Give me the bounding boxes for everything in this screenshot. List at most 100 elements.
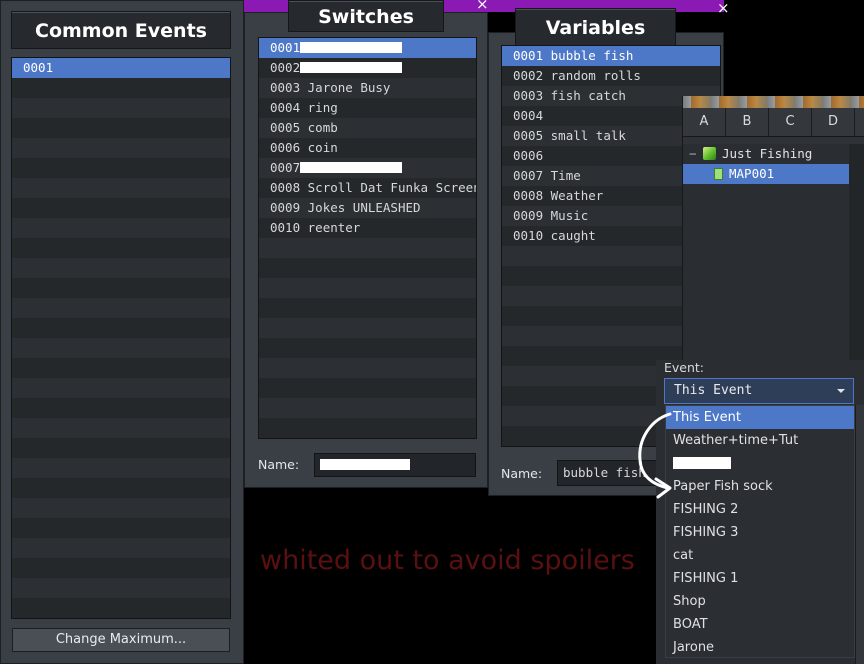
switches-name-field[interactable] — [314, 453, 476, 477]
switch-row-id: 0010 — [270, 220, 301, 235]
switch-row[interactable]: 0010 reenter — [259, 218, 476, 238]
event-option[interactable]: Weather+time+Tut — [666, 429, 854, 452]
switch-row-name: comb — [307, 120, 338, 135]
switch-row[interactable]: 0003 Jarone Busy — [259, 78, 476, 98]
event-option[interactable] — [666, 452, 854, 475]
variable-row-name: small talk — [550, 128, 626, 143]
variable-row-name: bubble fish — [550, 48, 634, 63]
tileset-tabs: A B C D — [683, 108, 864, 137]
event-option[interactable]: Jarone — [666, 636, 854, 657]
switch-row[interactable]: 0006 coin — [259, 138, 476, 158]
tab-c[interactable]: C — [769, 108, 812, 136]
variable-row-name: Music — [550, 208, 589, 223]
switch-row-id: 0006 — [270, 140, 301, 155]
annotation-arrow-icon — [638, 412, 672, 499]
switches-title: Switches — [288, 0, 444, 32]
switch-row[interactable]: 0007 — [259, 158, 476, 178]
event-option[interactable]: Paper Fish sock — [666, 475, 854, 498]
common-event-row[interactable]: 0001 — [12, 58, 230, 78]
event-option[interactable]: BOAT — [666, 613, 854, 636]
variables-title: Variables — [515, 8, 676, 46]
tab-d[interactable]: D — [812, 108, 855, 136]
switch-row-id: 0003 — [270, 80, 301, 95]
event-option[interactable]: FISHING 2 — [666, 498, 854, 521]
switch-row-name: Scroll Dat Funka Screen — [307, 180, 477, 195]
variable-row-name: caught — [550, 228, 596, 243]
variable-row-id: 0007 — [513, 168, 544, 183]
variable-row-name: Time — [550, 168, 581, 183]
switch-row-id: 0007 — [270, 160, 301, 175]
map-tree-scrollbar[interactable] — [849, 144, 864, 366]
variable-row-id: 0003 — [513, 88, 544, 103]
redacted-block — [300, 162, 403, 173]
event-select[interactable]: This Event — [664, 378, 854, 404]
switch-row-id: 0009 — [270, 200, 301, 215]
map-icon — [714, 168, 723, 180]
switch-row-name: Jarone Busy — [307, 80, 391, 95]
project-cube-icon — [703, 147, 716, 160]
tree-item-project[interactable]: − Just Fishing — [683, 144, 849, 164]
event-option[interactable]: This Event — [666, 406, 854, 429]
variable-row-id: 0009 — [513, 208, 544, 223]
redacted-block — [300, 62, 403, 73]
tileset-strip — [683, 96, 864, 108]
tab-a[interactable]: A — [683, 108, 726, 136]
variable-row-id: 0005 — [513, 128, 544, 143]
switch-row[interactable]: 0005 comb — [259, 118, 476, 138]
switch-row-name: coin — [307, 140, 338, 155]
variable-row-id: 0006 — [513, 148, 544, 163]
variable-row[interactable]: 0001 bubble fish — [502, 46, 720, 66]
switch-row-id: 0001 — [270, 40, 301, 55]
switch-row-id: 0005 — [270, 120, 301, 135]
variable-row-name: Weather — [550, 188, 604, 203]
common-events-title: Common Events — [11, 11, 231, 49]
variables-close-icon[interactable]: × — [717, 1, 730, 16]
switch-row-id: 0002 — [270, 60, 301, 75]
switches-list[interactable]: 0001 0002 0003 Jarone Busy 0004 ring 0005 co… — [258, 37, 477, 439]
variable-row-id: 0004 — [513, 108, 544, 123]
change-maximum-button[interactable]: Change Maximum... — [12, 628, 230, 652]
switch-row[interactable]: 0008 Scroll Dat Funka Screen — [259, 178, 476, 198]
event-dropdown-list[interactable]: This Event Weather+time+Tut Paper Fish soc… — [665, 405, 855, 658]
redacted-block — [300, 42, 403, 53]
tree-item-map001[interactable]: MAP001 — [683, 164, 849, 184]
tree-item-project-label: Just Fishing — [722, 146, 813, 161]
switch-row-id: 0008 — [270, 180, 301, 195]
switches-name-label: Name: — [258, 457, 300, 472]
switches-window: 0001 0002 0003 Jarone Busy 0004 ring 0005 co… — [244, 12, 488, 488]
switches-close-icon[interactable]: × — [476, 0, 489, 12]
variable-row-id: 0010 — [513, 228, 544, 243]
switch-row-name: Jokes UNLEASHED — [307, 200, 421, 215]
switch-row-name: ring — [307, 100, 338, 115]
map-panel: A B C D − Just Fishing MAP001 — [682, 96, 864, 366]
tab-b[interactable]: B — [726, 108, 769, 136]
chevron-down-icon — [837, 389, 845, 393]
spoiler-annotation: whited out to avoid spoilers — [260, 545, 635, 576]
switch-row-name: reenter — [307, 220, 361, 235]
common-events-list[interactable]: 0001 — [11, 57, 231, 619]
variable-row[interactable]: 0002 random rolls — [502, 66, 720, 86]
variable-row-name: fish catch — [550, 88, 626, 103]
event-option[interactable]: FISHING 3 — [666, 521, 854, 544]
variable-row-id: 0002 — [513, 68, 544, 83]
variables-name-label: Name: — [501, 466, 543, 481]
variable-row-name: random rolls — [550, 68, 641, 83]
common-event-row-id: 0001 — [23, 60, 54, 75]
variable-row-id: 0001 — [513, 48, 544, 63]
switch-row[interactable]: 0009 Jokes UNLEASHED — [259, 198, 476, 218]
collapse-icon[interactable]: − — [689, 144, 697, 164]
variable-row-id: 0008 — [513, 188, 544, 203]
event-label: Event: — [664, 360, 705, 375]
event-option[interactable]: Shop — [666, 590, 854, 613]
event-option[interactable]: cat — [666, 544, 854, 567]
switch-row[interactable]: 0004 ring — [259, 98, 476, 118]
switch-row[interactable]: 0001 — [259, 38, 476, 58]
redacted-block — [320, 459, 410, 470]
event-option[interactable]: FISHING 1 — [666, 567, 854, 590]
switch-row[interactable]: 0002 — [259, 58, 476, 78]
switch-row-id: 0004 — [270, 100, 301, 115]
dialog-scroll-edge — [855, 405, 864, 664]
tree-item-map001-label: MAP001 — [729, 166, 775, 181]
common-events-window: Common Events 0001 Change Maximum... — [0, 0, 244, 664]
map-tree: − Just Fishing MAP001 — [683, 144, 849, 366]
